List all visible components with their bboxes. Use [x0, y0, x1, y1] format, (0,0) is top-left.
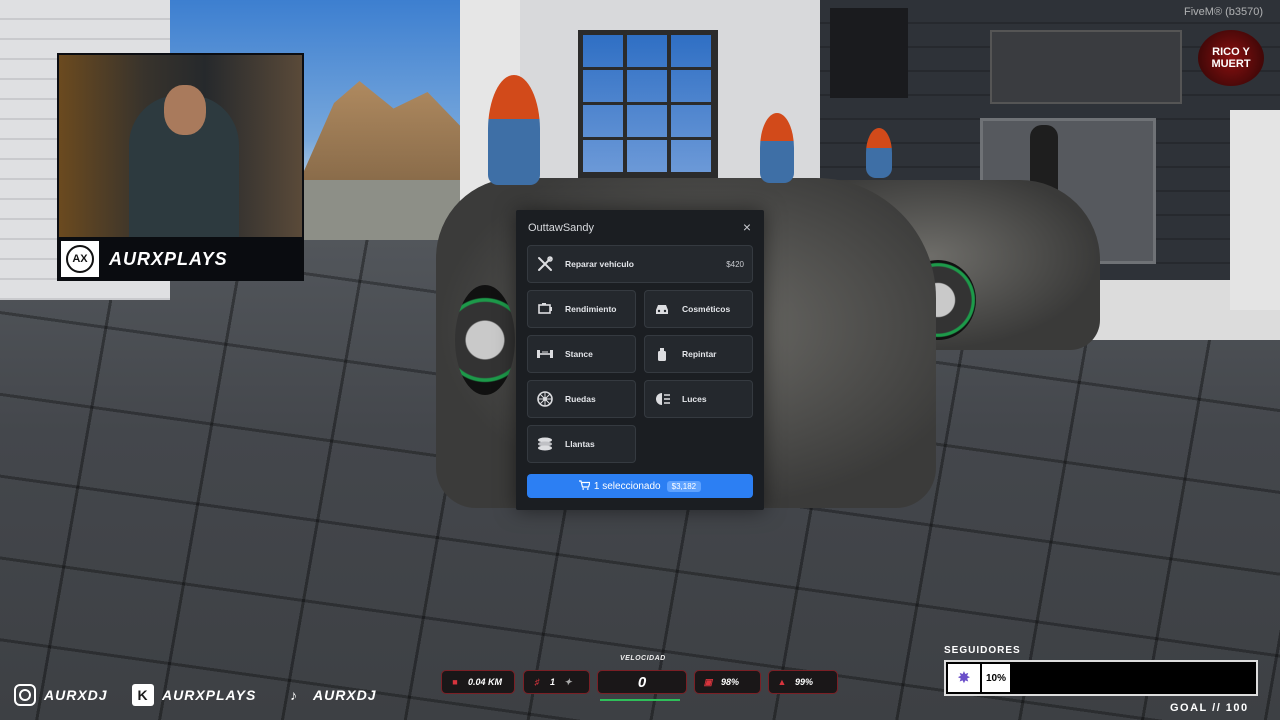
wrench-screwdriver-icon	[536, 255, 554, 273]
option-luces[interactable]: Luces	[644, 380, 753, 418]
option-llantas[interactable]: Llantas	[527, 425, 636, 463]
tires-icon	[536, 435, 554, 453]
repair-vehicle-label: Reparar vehículo	[565, 259, 634, 269]
car-front-icon	[653, 300, 671, 318]
tiktok-icon: ♪	[290, 687, 298, 703]
webcam-nameplate: AX AURXPLAYS	[57, 237, 304, 281]
fuel-display: ▣ 98%	[694, 670, 761, 694]
channel-logo-icon: AX	[61, 241, 99, 277]
player-car-wheel	[455, 285, 515, 395]
option-label: Stance	[565, 349, 593, 359]
checkout-button[interactable]: 1 seleccionado $3,182	[527, 474, 753, 498]
followers-label: SEGUIDORES	[944, 645, 1021, 656]
distance-display: ■ 0.04 KM	[441, 670, 515, 694]
doll-figure	[866, 128, 892, 178]
checkout-total: $3,182	[666, 480, 702, 492]
distance-value: 0.04 KM	[468, 677, 503, 687]
webcam-video	[59, 55, 302, 237]
repair-vehicle-button[interactable]: Reparar vehículo $420	[527, 245, 753, 283]
followers-progress-bar: ✸ 10%	[944, 660, 1258, 696]
option-label: Luces	[682, 394, 707, 404]
repair-price: $420	[726, 259, 744, 269]
social-tiktok: ♪ AURXDJ	[283, 684, 377, 706]
option-ruedas[interactable]: Ruedas	[527, 380, 636, 418]
fuel-value: 98%	[721, 677, 740, 687]
kick-icon: K	[132, 684, 154, 706]
option-label: Llantas	[565, 439, 595, 449]
followers-percent: 10%	[982, 664, 1010, 692]
gear-display: ♯ 1 ✦	[523, 670, 590, 694]
instagram-handle: AURXDJ	[44, 687, 108, 703]
speed-label: VELOCIDAD	[620, 655, 666, 662]
headlight-icon	[653, 390, 671, 408]
channel-logo-text: AX	[66, 245, 94, 273]
engine-icon	[536, 300, 554, 318]
suspension-icon	[536, 345, 554, 363]
engine-display: ▲ 99%	[768, 670, 838, 694]
streamer-head	[164, 85, 206, 135]
sponsor-banner	[830, 8, 908, 98]
wheel-icon	[536, 390, 554, 408]
fivem-version-label: FiveM® (b3570)	[1184, 6, 1264, 18]
tuning-menu-dialog: OuttawSandy × Reparar vehículo $420 Rend…	[516, 210, 764, 510]
spray-can-icon	[653, 345, 671, 363]
option-rendimiento[interactable]: Rendimiento	[527, 290, 636, 328]
gear-box-icon: ♯	[534, 677, 540, 687]
option-cosmeticos[interactable]: Cosméticos	[644, 290, 753, 328]
server-logo-icon: RICO Y MUERT	[1198, 30, 1264, 86]
webcam-overlay: AX AURXPLAYS	[57, 53, 304, 281]
garage-door-right	[1230, 110, 1280, 310]
kick-handle: AURXPLAYS	[162, 687, 257, 703]
doll-figure	[488, 75, 540, 185]
option-stance[interactable]: Stance	[527, 335, 636, 373]
followers-goal: GOAL // 100	[1170, 702, 1249, 714]
social-instagram: AURXDJ	[14, 684, 108, 706]
engine-value: 99%	[795, 677, 814, 687]
odometer-icon: ■	[452, 677, 458, 687]
shop-banner	[990, 30, 1182, 104]
option-label: Repintar	[682, 349, 717, 359]
cart-icon	[578, 479, 591, 493]
tiktok-handle: AURXDJ	[313, 687, 377, 703]
option-label: Ruedas	[565, 394, 596, 404]
garage-window	[578, 30, 718, 180]
fuel-icon: ▣	[703, 676, 713, 687]
option-repintar[interactable]: Repintar	[644, 335, 753, 373]
dialog-title: OuttawSandy	[528, 222, 595, 234]
doll-figure	[760, 113, 794, 183]
option-label: Cosméticos	[682, 304, 731, 314]
option-label: Rendimiento	[565, 304, 617, 314]
engine-health-icon: ▲	[777, 677, 787, 687]
close-icon[interactable]: ×	[740, 219, 754, 235]
speed-indicator-line	[600, 699, 680, 701]
gear-value: 1	[550, 677, 556, 687]
seatbelt-icon: ✦	[564, 676, 572, 687]
channel-name: AURXPLAYS	[109, 249, 228, 269]
social-kick: K AURXPLAYS	[132, 684, 256, 706]
speed-value: 0	[637, 673, 647, 691]
checkout-label: 1 seleccionado	[593, 480, 661, 492]
followers-star-icon: ✸	[948, 664, 980, 692]
instagram-icon	[14, 684, 36, 706]
speed-display: 0	[597, 670, 687, 694]
